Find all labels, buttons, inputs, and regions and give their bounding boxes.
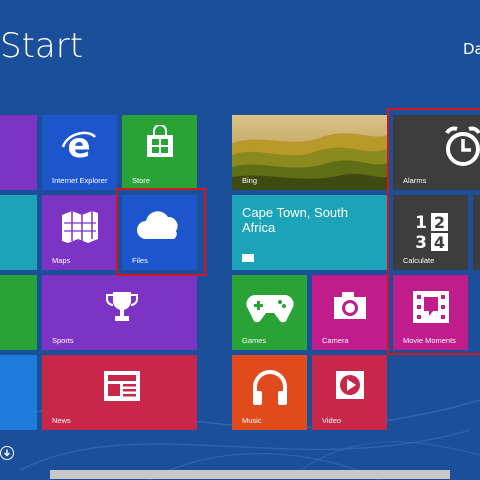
gamepad-icon xyxy=(246,294,294,323)
internet-explorer-icon: e xyxy=(61,126,96,165)
tile-label: Video xyxy=(322,416,342,425)
tile-partial-teal[interactable] xyxy=(0,195,37,270)
right-group-highlight xyxy=(387,108,480,355)
tile-music[interactable]: Music xyxy=(232,355,307,430)
tile-sports[interactable]: Sports xyxy=(42,275,197,350)
store-icon xyxy=(147,125,173,157)
user-name[interactable]: Da xyxy=(463,40,480,58)
horizontal-scrollbar[interactable] xyxy=(50,470,450,479)
tile-bing[interactable]: Bing xyxy=(232,115,387,190)
tile-label: Music xyxy=(242,416,262,425)
tile-news[interactable]: News xyxy=(42,355,197,430)
tile-maps[interactable]: Maps xyxy=(42,195,117,270)
tile-label: Store xyxy=(132,176,150,185)
tile-label: Internet Explorer xyxy=(52,176,108,185)
tile-label: Games xyxy=(242,336,267,345)
tile-store[interactable]: Store xyxy=(122,115,197,190)
tile-partial-green[interactable] xyxy=(0,275,37,350)
tile-partial-blue[interactable] xyxy=(0,355,37,430)
newspaper-icon xyxy=(104,371,140,401)
tile-label: Maps xyxy=(52,256,71,265)
files-highlight xyxy=(116,188,206,276)
weather-city: Cape Town, South Africa xyxy=(242,205,348,235)
tile-label: News xyxy=(52,416,71,425)
tile-label: Bing xyxy=(242,176,258,185)
trophy-icon xyxy=(106,292,138,321)
tile-camera[interactable]: Camera xyxy=(312,275,387,350)
tile-label: Sports xyxy=(52,336,74,345)
start-title: Start xyxy=(0,26,84,66)
scroll-down-button[interactable] xyxy=(0,446,14,460)
tile-weather[interactable]: Cape Town, South Africa xyxy=(232,195,387,270)
tile-games[interactable]: Games xyxy=(232,275,307,350)
maps-icon xyxy=(62,211,98,243)
scroll-down-icon xyxy=(4,449,10,457)
tile-internet-explorer[interactable]: e Internet Explorer xyxy=(42,115,117,190)
tile-partial-purple[interactable] xyxy=(0,115,37,190)
tile-video[interactable]: Video xyxy=(312,355,387,430)
weather-icon xyxy=(242,254,254,262)
headphones-icon xyxy=(253,370,287,405)
play-icon xyxy=(336,371,364,399)
tile-label: Camera xyxy=(322,336,349,345)
camera-icon xyxy=(334,292,366,319)
